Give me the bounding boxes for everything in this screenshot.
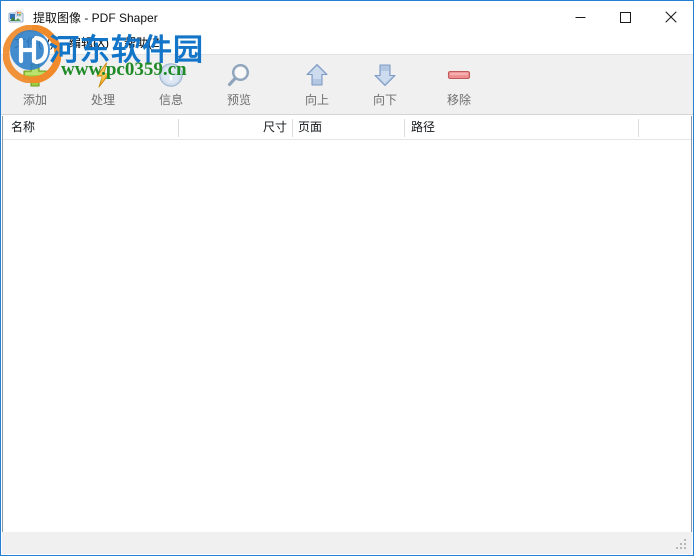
toolbar-label-move-down: 向下 (372, 93, 397, 107)
toolbar-button-info[interactable]: 信息 (137, 55, 205, 113)
column-header-path[interactable]: 路径 (411, 116, 633, 139)
arrow-down-icon (369, 61, 401, 89)
toolbar-button-remove[interactable]: 移除 (425, 55, 493, 113)
window-title: 提取图像 - PDF Shaper (33, 10, 158, 25)
arrow-up-icon (301, 61, 333, 89)
status-bar (2, 532, 692, 554)
column-separator-3[interactable] (404, 119, 405, 137)
minus-icon (443, 61, 475, 89)
plus-icon (19, 61, 51, 89)
toolbar-label-preview: 预览 (226, 93, 251, 107)
column-header-size[interactable]: 尺寸 (183, 116, 287, 139)
info-icon (155, 61, 187, 89)
title-bar[interactable]: 提取图像 - PDF Shaper (1, 1, 693, 33)
toolbar-button-add[interactable]: 添加 (1, 55, 69, 113)
column-separator-1[interactable] (178, 119, 179, 137)
toolbar-button-move-up[interactable]: 向上 (283, 55, 351, 113)
app-icon (8, 9, 24, 25)
toolbar: 添加 处理 信息 预览 向上 向下 移除 (1, 54, 693, 115)
toolbar-label-info: 信息 (158, 93, 183, 107)
toolbar-label-process: 处理 (90, 93, 115, 107)
menu-bar: 文件(V) 编辑(X) 帮助(Z) (1, 33, 693, 54)
file-list-body[interactable] (3, 140, 691, 532)
pdf-shaper-window: 提取图像 - PDF Shaper 文件(V) 编辑(X) 帮助(Z) 添加 处… (0, 0, 694, 556)
column-separator-2[interactable] (292, 119, 293, 137)
menu-file[interactable]: 文件(V) (7, 34, 62, 53)
maximize-icon (620, 11, 631, 23)
toolbar-button-process[interactable]: 处理 (69, 55, 137, 113)
file-list[interactable]: 名称 尺寸 页面 路径 (2, 116, 692, 533)
close-icon (664, 11, 677, 23)
menu-help[interactable]: 帮助(Z) (117, 34, 171, 53)
close-button[interactable] (648, 1, 693, 33)
window-controls (558, 1, 693, 33)
toolbar-button-move-down[interactable]: 向下 (351, 55, 419, 113)
toolbar-label-move-up: 向上 (304, 93, 329, 107)
column-separator-4[interactable] (638, 119, 639, 137)
file-list-header: 名称 尺寸 页面 路径 (3, 116, 691, 140)
toolbar-label-add: 添加 (22, 93, 47, 107)
minimize-icon (575, 16, 586, 18)
minimize-button[interactable] (558, 1, 603, 33)
lightning-icon (87, 61, 119, 89)
toolbar-button-preview[interactable]: 预览 (205, 55, 273, 113)
column-header-name[interactable]: 名称 (11, 116, 171, 139)
resize-grip-icon[interactable] (676, 539, 689, 552)
magnifier-icon (223, 61, 255, 89)
maximize-button[interactable] (603, 1, 648, 33)
toolbar-label-remove: 移除 (446, 93, 471, 107)
column-header-pages[interactable]: 页面 (298, 116, 398, 139)
menu-edit[interactable]: 编辑(X) (62, 34, 117, 53)
